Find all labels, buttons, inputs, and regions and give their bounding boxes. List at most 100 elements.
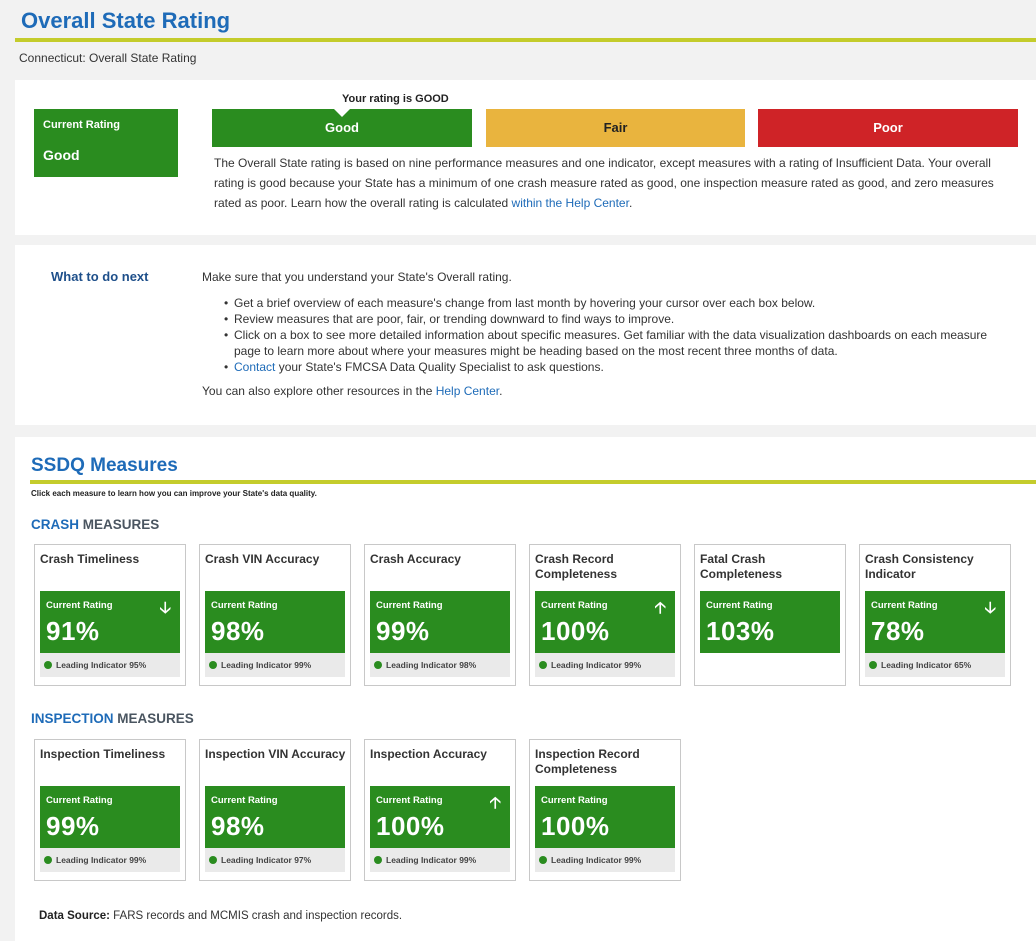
explore-text-end: . xyxy=(499,384,503,398)
measure-rating-label: Current Rating xyxy=(706,600,773,611)
inspection-heading-rest: MEASURES xyxy=(113,711,194,726)
measure-rating-value: 100% xyxy=(541,616,610,646)
current-rating-box: Current Rating Good xyxy=(34,109,178,177)
scale-poor: Poor xyxy=(758,109,1018,147)
contact-text: your State's FMCSA Data Quality Speciali… xyxy=(275,360,604,374)
next-steps-panel: What to do next Make sure that you under… xyxy=(15,245,1036,425)
ssdq-subtitle: Click each measure to learn how you can … xyxy=(31,489,317,498)
leading-indicator: Leading Indicator 99% xyxy=(370,848,510,872)
leading-indicator: Leading Indicator 95% xyxy=(40,653,180,677)
measure-rating-value: 91% xyxy=(46,616,100,646)
status-dot-icon xyxy=(209,661,217,669)
measure-name: Inspection Timeliness xyxy=(40,747,166,761)
measure-card[interactable]: Inspection VIN Accuracy Current Rating 98%… xyxy=(199,739,351,881)
help-center-link[interactable]: within the Help Center xyxy=(512,196,629,210)
leading-indicator-text: Leading Indicator 97% xyxy=(221,855,312,865)
next-step-item: Click on a box to see more detailed info… xyxy=(202,327,1012,359)
measure-name: Inspection VIN Accuracy xyxy=(205,747,346,761)
measure-rating-label: Current Rating xyxy=(211,600,278,611)
next-step-item: Review measures that are poor, fair, or … xyxy=(202,311,1012,327)
data-source-text: FARS records and MCMIS crash and inspect… xyxy=(109,910,403,922)
measure-rating-box: Current Rating 91% 🡣 xyxy=(40,591,180,659)
explore-text-start: You can also explore other resources in … xyxy=(202,384,436,398)
ssdq-panel: SSDQ Measures Click each measure to lear… xyxy=(15,437,1036,941)
next-steps-intro: Make sure that you understand your State… xyxy=(202,270,512,284)
status-dot-icon xyxy=(539,856,547,864)
measure-card[interactable]: Crash Accuracy Current Rating 99% Leading I… xyxy=(364,544,516,686)
current-rating-label: Current Rating xyxy=(43,119,120,131)
status-dot-icon xyxy=(374,661,382,669)
measure-name: Inspection Record Completeness xyxy=(535,747,640,776)
next-steps-list: Get a brief overview of each measure's c… xyxy=(202,295,1012,375)
arrow-up-icon: 🡡 xyxy=(654,600,667,617)
leading-indicator: Leading Indicator 99% xyxy=(535,848,675,872)
measure-rating-value: 100% xyxy=(541,811,610,841)
leading-indicator-text: Leading Indicator 95% xyxy=(56,660,147,670)
measure-rating-label: Current Rating xyxy=(46,600,113,611)
measure-card[interactable]: Inspection Accuracy Current Rating 100% 🡡 Le… xyxy=(364,739,516,881)
arrow-down-icon: 🡣 xyxy=(984,600,997,617)
measure-rating-label: Current Rating xyxy=(46,795,113,806)
measure-rating-box: Current Rating 99% xyxy=(370,591,510,659)
measure-card[interactable]: Crash Consistency Indicator Current Ratin… xyxy=(859,544,1011,686)
leading-indicator: Leading Indicator 65% xyxy=(865,653,1005,677)
crash-measures-heading: CRASH MEASURES xyxy=(31,517,159,532)
explore-text: You can also explore other resources in … xyxy=(202,383,1012,399)
measure-rating-value: 103% xyxy=(706,616,775,646)
next-step-item: Get a brief overview of each measure's c… xyxy=(202,295,1012,311)
measure-rating-box: Current Rating 98% xyxy=(205,591,345,659)
contact-link[interactable]: Contact xyxy=(234,360,275,374)
ssdq-divider xyxy=(30,480,1036,484)
data-source-label: Data Source: xyxy=(39,910,110,922)
your-rating-label: Your rating is GOOD xyxy=(342,93,449,105)
measure-rating-value: 99% xyxy=(46,811,100,841)
measure-card[interactable]: Fatal Crash Completeness Current Rating 10… xyxy=(694,544,846,686)
status-dot-icon xyxy=(209,856,217,864)
leading-indicator-text: Leading Indicator 99% xyxy=(386,855,477,865)
help-center-link-2[interactable]: Help Center xyxy=(436,384,499,398)
measure-card[interactable]: Crash Timeliness Current Rating 91% 🡣 Leadin… xyxy=(34,544,186,686)
status-dot-icon xyxy=(44,856,52,864)
leading-indicator: Leading Indicator 99% xyxy=(535,653,675,677)
leading-indicator: Leading Indicator 97% xyxy=(205,848,345,872)
measure-rating-value: 100% xyxy=(376,811,445,841)
leading-indicator-text: Leading Indicator 65% xyxy=(881,660,972,670)
leading-indicator-text: Leading Indicator 99% xyxy=(56,855,147,865)
measure-rating-label: Current Rating xyxy=(871,600,938,611)
measure-card[interactable]: Crash Record Completeness Current Rating 1… xyxy=(529,544,681,686)
measure-rating-box: Current Rating 78% 🡣 xyxy=(865,591,1005,659)
measure-rating-box: Current Rating 98% xyxy=(205,786,345,854)
measure-name: Fatal Crash Completeness xyxy=(700,552,783,581)
current-rating-value: Good xyxy=(43,147,80,163)
scale-fair: Fair xyxy=(486,109,745,147)
measure-rating-value: 98% xyxy=(211,616,265,646)
measure-rating-box: Current Rating 99% xyxy=(40,786,180,854)
next-steps-body: Make sure that you understand your State… xyxy=(202,269,1012,399)
measure-rating-box: Current Rating 100% xyxy=(535,786,675,854)
ssdq-title: SSDQ Measures xyxy=(31,455,178,476)
measure-name: Crash Accuracy xyxy=(370,552,461,566)
measure-rating-label: Current Rating xyxy=(376,600,443,611)
leading-indicator-text: Leading Indicator 99% xyxy=(551,855,642,865)
measure-rating-value: 98% xyxy=(211,811,265,841)
leading-indicator-text: Leading Indicator 99% xyxy=(221,660,312,670)
data-source: Data Source: FARS records and MCMIS cras… xyxy=(39,910,402,922)
measure-card[interactable]: Inspection Record Completeness Current Ra… xyxy=(529,739,681,881)
measure-name: Crash Timeliness xyxy=(40,552,140,566)
measure-card[interactable]: Crash VIN Accuracy Current Rating 98% Leadi… xyxy=(199,544,351,686)
measure-card[interactable]: Inspection Timeliness Current Rating 99% Le… xyxy=(34,739,186,881)
inspection-measures-heading: INSPECTION MEASURES xyxy=(31,711,194,726)
breadcrumb: Connecticut: Overall State Rating xyxy=(19,51,197,65)
leading-indicator: Leading Indicator 99% xyxy=(40,848,180,872)
measure-rating-value: 78% xyxy=(871,616,925,646)
leading-indicator: Leading Indicator 99% xyxy=(205,653,345,677)
rating-pointer-icon xyxy=(334,109,350,117)
inspection-heading-accent: INSPECTION xyxy=(31,711,114,726)
status-dot-icon xyxy=(374,856,382,864)
measure-rating-label: Current Rating xyxy=(211,795,278,806)
measure-rating-label: Current Rating xyxy=(376,795,443,806)
rating-description-end: . xyxy=(628,196,633,210)
measure-name: Inspection Accuracy xyxy=(370,747,487,761)
page-title: Overall State Rating xyxy=(21,8,231,33)
measure-rating-box: Current Rating 100% 🡡 xyxy=(370,786,510,854)
